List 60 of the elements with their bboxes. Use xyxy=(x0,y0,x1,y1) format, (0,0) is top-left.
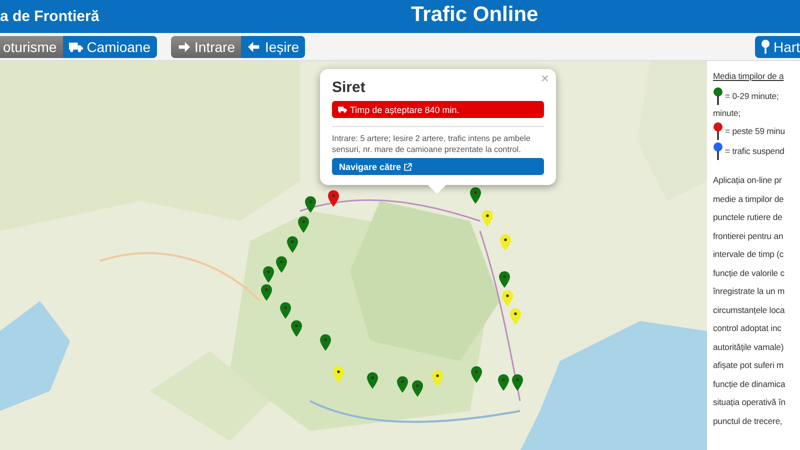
info-text-line: Aplicația on-line pr xyxy=(713,174,783,187)
map-marker[interactable] xyxy=(499,271,510,288)
site-title: a de Frontieră xyxy=(0,8,100,25)
info-text-line: funcție de dinamica xyxy=(713,378,786,391)
map-marker[interactable] xyxy=(298,216,309,233)
map-marker[interactable] xyxy=(305,196,316,213)
map-marker[interactable] xyxy=(482,210,493,227)
direction-filter-button[interactable]: Ieșire xyxy=(240,36,306,58)
map-marker[interactable] xyxy=(320,334,331,351)
legend-text: = peste 59 minu xyxy=(725,126,785,136)
navigate-button[interactable]: Navigare către xyxy=(332,158,544,176)
map-marker[interactable] xyxy=(432,370,443,387)
arrow-right-icon xyxy=(176,40,191,52)
info-text-line: punctele rutiere de xyxy=(713,211,784,224)
map-marker[interactable] xyxy=(510,308,521,325)
info-text-line: control adoptat inc xyxy=(713,322,782,335)
map-marker[interactable] xyxy=(263,266,274,283)
map-marker[interactable] xyxy=(333,366,344,383)
external-link-icon xyxy=(404,162,412,171)
popup-details: Intrare: 5 artere; Iesire 2 artere, trafic intens pe ambele sensuri, nr. mare de camioane prezentate la control. xyxy=(332,133,532,156)
map-marker[interactable] xyxy=(261,284,272,301)
info-text-line: situația operativă în xyxy=(713,396,786,409)
vehicle-filter-button[interactable]: oturisme xyxy=(0,36,63,58)
map-marker[interactable] xyxy=(328,190,339,207)
map-marker[interactable] xyxy=(502,290,513,307)
info-text-line: punctul de trecere, xyxy=(713,414,784,428)
wait-time-text: Timp de așteptare 840 min. xyxy=(350,104,460,114)
info-text-line: intervale de timp (c xyxy=(713,248,785,261)
map-marker[interactable] xyxy=(367,372,378,389)
legend-text: = 0-29 minute; xyxy=(725,91,779,101)
map-marker[interactable] xyxy=(471,366,482,383)
map-marker[interactable] xyxy=(280,302,291,319)
info-text-line: autoritățile vamale) xyxy=(713,340,785,354)
map-marker[interactable] xyxy=(500,234,511,251)
legend-text: = trafic suspend xyxy=(725,146,784,156)
info-text-line: funcție de valorile c xyxy=(713,266,786,280)
pin-icon xyxy=(760,39,770,54)
map-marker[interactable] xyxy=(412,380,423,397)
legend-title: Media timpilor de a xyxy=(713,71,785,81)
info-text-line: frontierei pentru an xyxy=(713,230,784,243)
page-title: Trafic Online xyxy=(411,3,538,27)
popup-title: Siret xyxy=(332,79,366,96)
map-marker[interactable] xyxy=(512,374,523,391)
info-text-line: afișate pot suferi m xyxy=(713,359,785,372)
arrow-left-icon xyxy=(246,40,261,52)
map-marker[interactable] xyxy=(470,187,481,204)
info-text-line: medie a timpilor de xyxy=(713,192,785,206)
map-marker[interactable] xyxy=(498,374,509,391)
map-marker[interactable] xyxy=(276,256,287,273)
map-marker[interactable] xyxy=(397,376,408,393)
truck-icon xyxy=(338,106,347,113)
legend-text: minute; xyxy=(713,108,742,118)
map-marker[interactable] xyxy=(287,236,298,253)
truck-icon xyxy=(68,40,83,52)
vehicle-filter-button[interactable]: Camioane xyxy=(62,36,157,58)
map-marker[interactable] xyxy=(291,320,302,337)
direction-filter-button[interactable]: Intrare xyxy=(170,36,241,58)
map-button[interactable]: Hart xyxy=(754,36,800,58)
info-text-line: înregistrate la un m xyxy=(713,285,786,298)
info-text-line: circumstanțele loca xyxy=(713,304,786,317)
